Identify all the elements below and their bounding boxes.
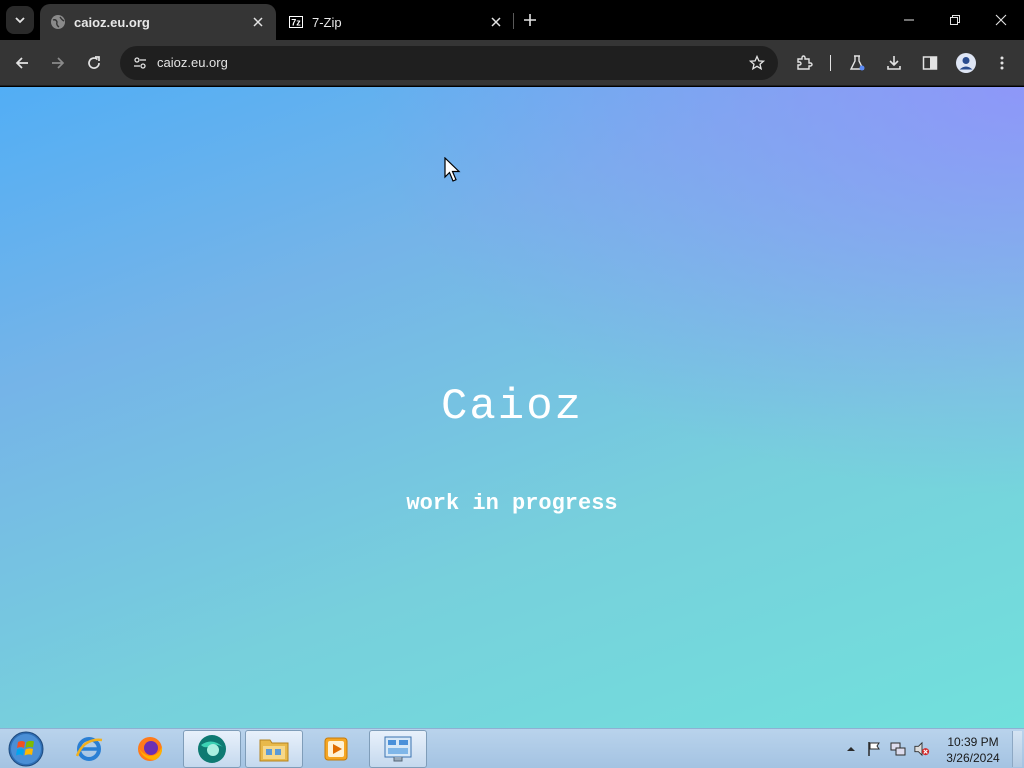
new-tab-button[interactable]	[518, 8, 542, 32]
page-subtitle: work in progress	[406, 491, 618, 516]
taskbar-chrome-app[interactable]	[183, 730, 241, 768]
download-button[interactable]	[880, 49, 908, 77]
volume-tray[interactable]	[914, 741, 930, 757]
labs-button[interactable]	[843, 49, 871, 77]
profile-button[interactable]	[952, 49, 980, 77]
system-clock[interactable]: 10:39 PM 3/26/2024	[940, 734, 1006, 766]
action-center-tray[interactable]	[866, 741, 882, 757]
tab-title: caioz.eu.org	[74, 14, 150, 30]
page-title: Caioz	[440, 382, 584, 432]
windows-orb-icon	[8, 731, 44, 767]
taskbar-internet-explorer[interactable]	[60, 730, 118, 768]
minimize-icon	[904, 19, 914, 21]
close-icon	[995, 14, 1007, 26]
close-tab-icon[interactable]	[486, 12, 506, 32]
firefox-icon	[138, 737, 163, 761]
download-icon	[887, 56, 901, 70]
menu-button[interactable]	[988, 49, 1016, 77]
side-panel-button[interactable]	[916, 49, 944, 77]
tab-caioz[interactable]: caioz.eu.org	[40, 4, 276, 40]
plus-icon	[524, 14, 536, 26]
clock-time: 10:39 PM	[947, 735, 999, 749]
chevron-up-icon	[847, 747, 855, 751]
network-icon	[890, 742, 906, 756]
network-tray[interactable]	[890, 741, 906, 757]
tab-7zip[interactable]: 7z 7-Zip	[278, 4, 514, 40]
media-player-icon	[324, 737, 348, 761]
restore-button[interactable]	[932, 0, 978, 40]
volume-muted-icon	[914, 741, 930, 757]
address-bar[interactable]: caioz.eu.org	[120, 46, 778, 80]
web-page: Caioz work in progress	[0, 87, 1024, 728]
start-button[interactable]	[4, 730, 48, 768]
internet-explorer-icon	[75, 737, 103, 761]
toolbar-divider	[830, 55, 831, 71]
chevron-down-icon	[15, 17, 25, 24]
control-panel-icon	[384, 736, 412, 762]
tab-strip: caioz.eu.org 7z 7-Zip	[0, 0, 1024, 40]
taskbar-media-player[interactable]	[307, 730, 365, 768]
chrome-app-icon	[198, 735, 226, 763]
tab-search-button[interactable]	[6, 6, 34, 34]
extensions-icon	[797, 55, 813, 70]
taskbar-file-explorer[interactable]	[245, 730, 303, 768]
bookmark-button[interactable]	[746, 52, 768, 74]
browser-toolbar: caioz.eu.org	[0, 40, 1024, 86]
labs-icon	[849, 55, 865, 71]
minimize-button[interactable]	[886, 0, 932, 40]
extensions-button[interactable]	[790, 49, 818, 77]
flag-icon	[868, 742, 880, 756]
taskbar-firefox[interactable]	[121, 730, 179, 768]
reload-button[interactable]	[80, 49, 108, 77]
url-text[interactable]: caioz.eu.org	[157, 55, 228, 70]
back-icon	[15, 57, 28, 69]
show-desktop-button[interactable]	[1012, 731, 1022, 767]
menu-icon	[1000, 56, 1004, 70]
reload-icon	[88, 56, 100, 69]
globe-icon	[50, 14, 66, 30]
tab-divider	[513, 13, 514, 29]
clock-date: 3/26/2024	[946, 751, 1000, 765]
explorer-folder-icon	[259, 739, 289, 762]
profile-icon	[956, 53, 976, 73]
side-panel-icon	[922, 56, 938, 70]
site-info-icon[interactable]	[128, 51, 152, 75]
forward-icon	[52, 57, 65, 69]
back-button[interactable]	[8, 49, 36, 77]
taskbar-control-panel[interactable]	[369, 730, 427, 768]
mouse-cursor-icon	[444, 157, 461, 182]
show-hidden-icons-button[interactable]	[843, 741, 859, 757]
close-tab-icon[interactable]	[248, 12, 268, 32]
svg-text:7z: 7z	[291, 18, 301, 28]
forward-button[interactable]	[44, 49, 72, 77]
close-window-button[interactable]	[978, 0, 1024, 40]
star-icon	[749, 55, 765, 71]
restore-icon	[950, 15, 960, 25]
tab-title: 7-Zip	[312, 14, 342, 30]
7zip-icon: 7z	[288, 14, 304, 30]
taskbar: 10:39 PM 3/26/2024	[0, 728, 1024, 768]
